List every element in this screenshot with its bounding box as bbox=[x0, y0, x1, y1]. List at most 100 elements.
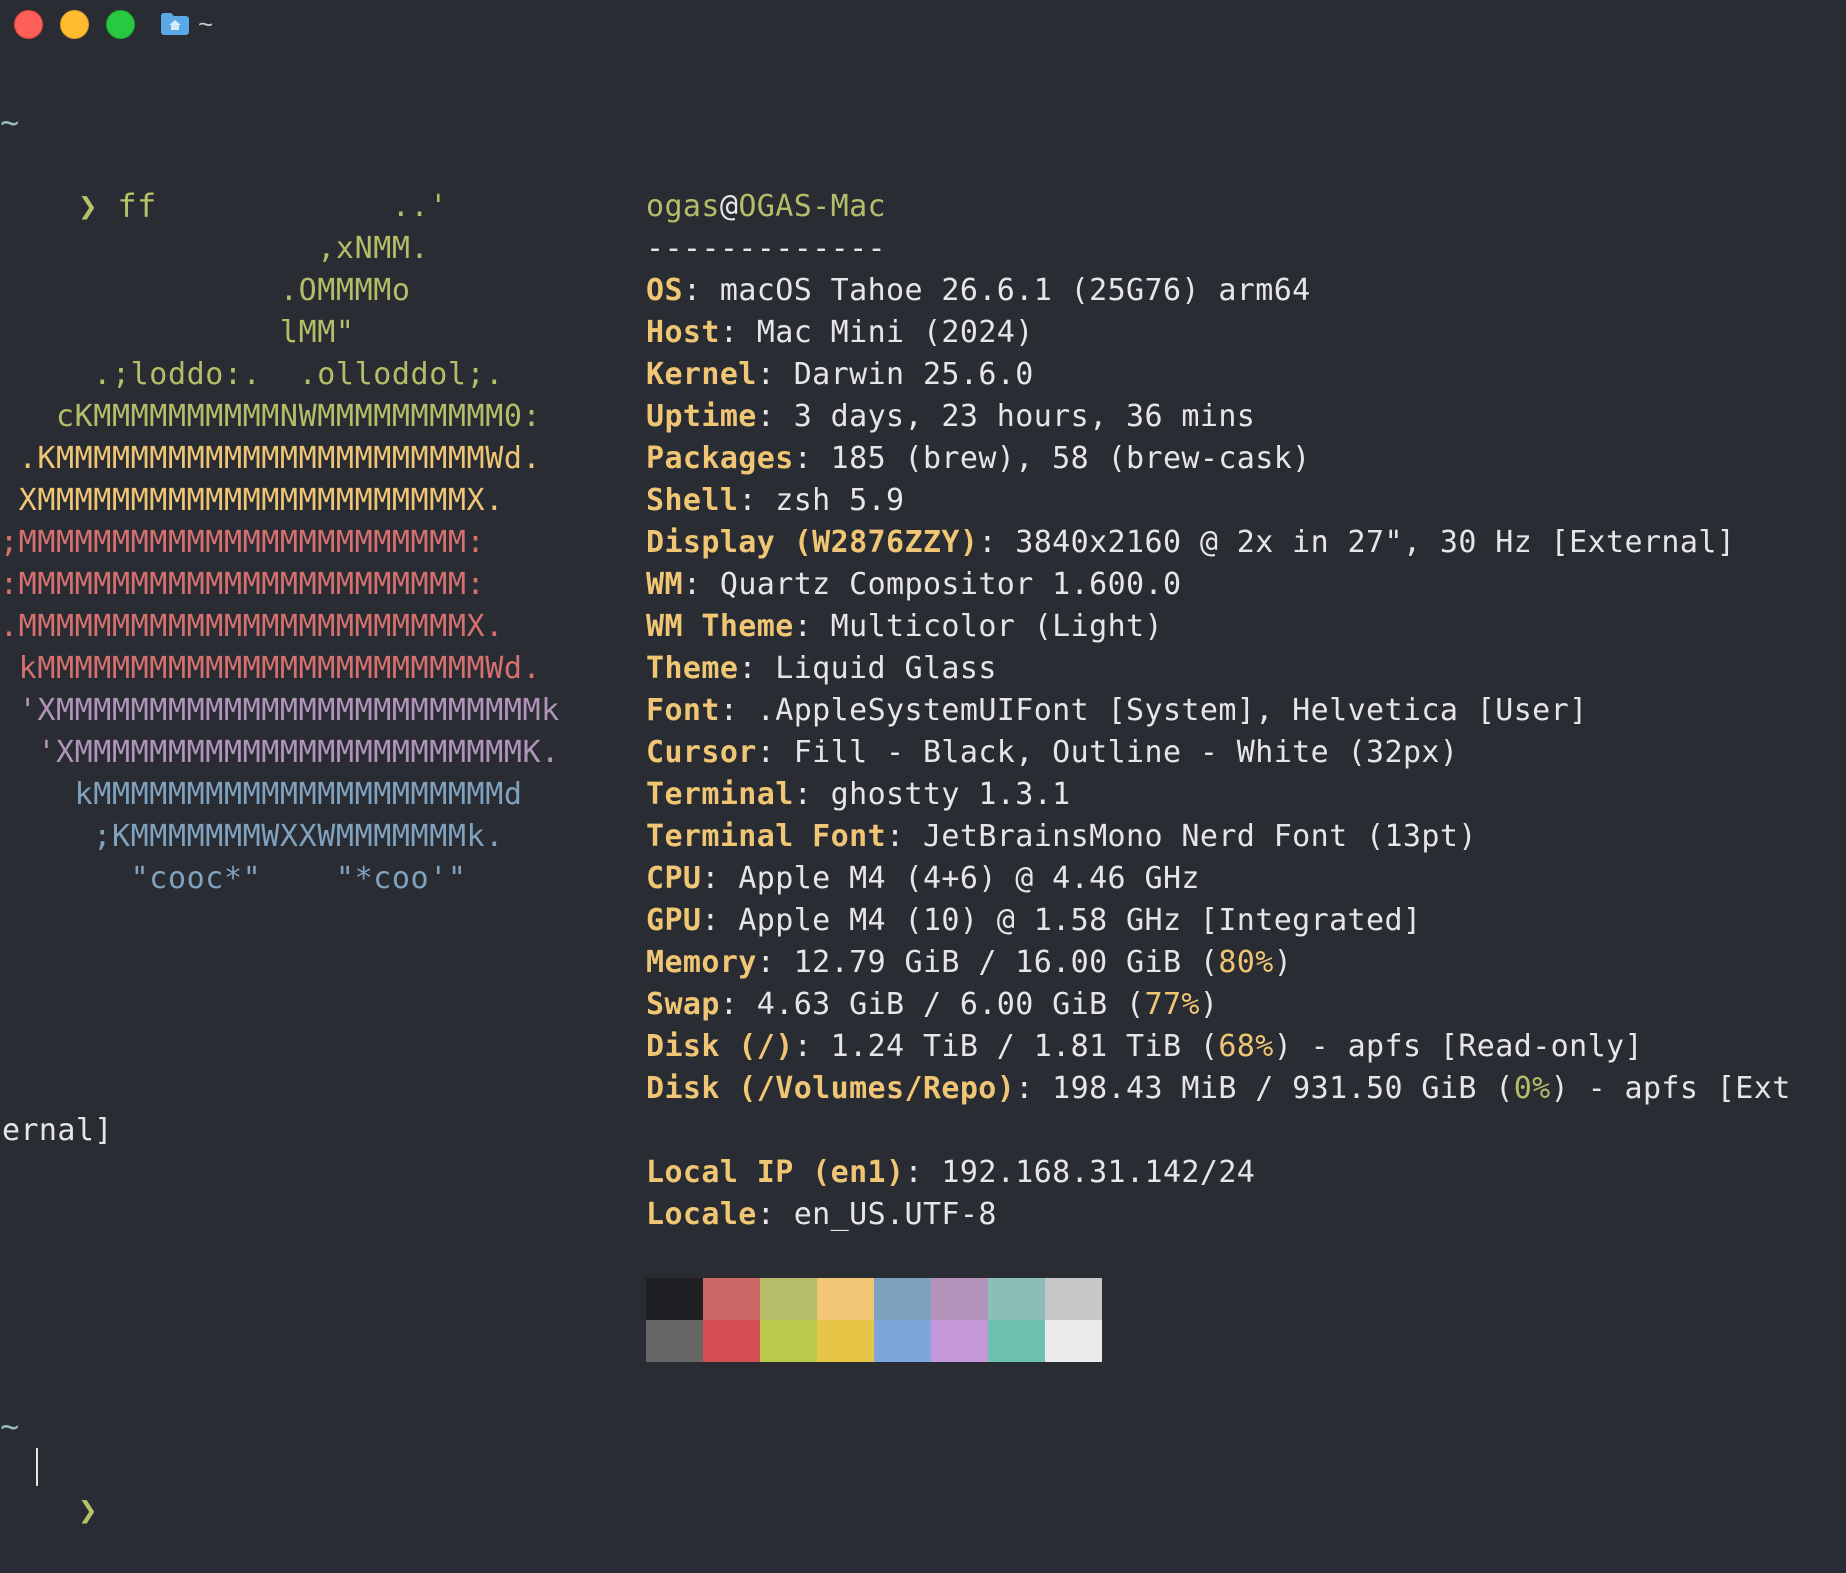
close-window-button[interactable] bbox=[14, 10, 43, 39]
info-value: 185 (brew), 58 (brew-cask) bbox=[830, 441, 1311, 476]
palette-swatch bbox=[760, 1278, 817, 1320]
info-row: WM Theme: Multicolor (Light) bbox=[646, 609, 1163, 644]
palette-swatch bbox=[703, 1320, 760, 1362]
info-value: macOS Tahoe 26.6.1 (25G76) arm64 bbox=[719, 273, 1311, 308]
palette-swatch bbox=[874, 1320, 931, 1362]
text-cursor bbox=[36, 1448, 38, 1486]
title-bar: ~ bbox=[0, 0, 1846, 50]
info-row-local-ip: Local IP (en1): 192.168.31.142/24 bbox=[646, 1155, 1256, 1190]
info-key: WM bbox=[646, 567, 683, 602]
info-row: Host: Mac Mini (2024) bbox=[646, 315, 1034, 350]
info-row: Terminal: ghostty 1.3.1 bbox=[646, 777, 1071, 812]
info-row-disk-repo-wrap: ernal] bbox=[2, 1113, 113, 1148]
ascii-logo-line: lMM" bbox=[0, 315, 355, 350]
info-row: Terminal Font: JetBrainsMono Nerd Font (… bbox=[646, 819, 1477, 854]
ascii-logo-line: ,xNMM. bbox=[0, 231, 430, 266]
info-row-memory: Memory: 12.79 GiB / 16.00 GiB (80%) bbox=[646, 945, 1293, 980]
info-row: Uptime: 3 days, 23 hours, 36 mins bbox=[646, 399, 1256, 434]
info-value: .AppleSystemUIFont [System], Helvetica [… bbox=[756, 693, 1588, 728]
info-key: Uptime bbox=[646, 399, 757, 434]
prompt-line-2[interactable]: ❯ bbox=[0, 1447, 98, 1529]
info-value: 3840x2160 @ 2x in 27", 30 Hz [External] bbox=[1015, 525, 1736, 560]
info-row: GPU: Apple M4 (10) @ 1.58 GHz [Integrate… bbox=[646, 903, 1422, 938]
ascii-logo-line: 'XMMMMMMMMMMMMMMMMMMMMMMMMK. bbox=[0, 735, 560, 770]
info-value: 3 days, 23 hours, 36 mins bbox=[793, 399, 1256, 434]
info-row: Theme: Liquid Glass bbox=[646, 651, 997, 686]
info-row: Packages: 185 (brew), 58 (brew-cask) bbox=[646, 441, 1311, 476]
window-title: ~ bbox=[160, 9, 213, 39]
info-key: Font bbox=[646, 693, 720, 728]
info-value: Fill - Black, Outline - White (32px) bbox=[793, 735, 1459, 770]
info-row: Display (W2876ZZY): 3840x2160 @ 2x in 27… bbox=[646, 525, 1736, 560]
ascii-logo-line: ..' bbox=[0, 189, 448, 224]
prompt-cwd: ~ bbox=[0, 103, 20, 141]
minimize-window-button[interactable] bbox=[60, 10, 89, 39]
palette-swatch bbox=[988, 1278, 1045, 1320]
info-key: GPU bbox=[646, 903, 702, 938]
info-value: Darwin 25.6.0 bbox=[793, 357, 1034, 392]
info-value: Liquid Glass bbox=[775, 651, 997, 686]
info-separator: ------------- bbox=[646, 231, 886, 266]
ascii-logo-line: :MMMMMMMMMMMMMMMMMMMMMMMM: bbox=[0, 567, 486, 602]
ascii-logo-line: .KMMMMMMMMMMMMMMMMMMMMMMMWd. bbox=[0, 441, 542, 476]
ascii-logo-line: ;KMMMMMMMWXXWMMMMMMMk. bbox=[0, 819, 504, 854]
info-row-disk-repo: Disk (/Volumes/Repo): 198.43 MiB / 931.5… bbox=[646, 1071, 1791, 1106]
ascii-logo-line: kMMMMMMMMMMMMMMMMMMMMMMd bbox=[0, 777, 523, 812]
info-row: Shell: zsh 5.9 bbox=[646, 483, 905, 518]
info-key: Terminal bbox=[646, 777, 794, 812]
info-row: CPU: Apple M4 (4+6) @ 4.46 GHz bbox=[646, 861, 1200, 896]
info-key: Display (W2876ZZY) bbox=[646, 525, 979, 560]
info-row: OS: macOS Tahoe 26.6.1 (25G76) arm64 bbox=[646, 273, 1311, 308]
info-row-locale: Locale: en_US.UTF-8 bbox=[646, 1197, 997, 1232]
palette-swatch bbox=[1045, 1278, 1102, 1320]
palette-swatch bbox=[817, 1320, 874, 1362]
info-value: Multicolor (Light) bbox=[830, 609, 1163, 644]
info-row: Kernel: Darwin 25.6.0 bbox=[646, 357, 1034, 392]
info-value: Mac Mini (2024) bbox=[756, 315, 1034, 350]
ascii-logo-line: .MMMMMMMMMMMMMMMMMMMMMMMMX. bbox=[0, 609, 504, 644]
palette-swatch bbox=[874, 1278, 931, 1320]
info-key: CPU bbox=[646, 861, 702, 896]
info-key: Host bbox=[646, 315, 720, 350]
palette-swatch bbox=[703, 1278, 760, 1320]
palette-swatch bbox=[1045, 1320, 1102, 1362]
ascii-logo-line: .OMMMMo bbox=[0, 273, 411, 308]
ascii-logo-line: ;MMMMMMMMMMMMMMMMMMMMMMMM: bbox=[0, 525, 486, 560]
ascii-logo-line: 'XMMMMMMMMMMMMMMMMMMMMMMMMMMk bbox=[0, 693, 560, 728]
info-key: OS bbox=[646, 273, 683, 308]
ascii-logo-line: "cooc*" "*coo'" bbox=[0, 861, 467, 896]
info-key: Terminal Font bbox=[646, 819, 886, 854]
info-key: WM Theme bbox=[646, 609, 794, 644]
prompt-arrow-2: ❯ bbox=[78, 1491, 98, 1529]
palette-swatch bbox=[931, 1320, 988, 1362]
info-value: Quartz Compositor 1.600.0 bbox=[719, 567, 1182, 602]
ascii-logo-line: .;loddo:. .olloddol;. bbox=[0, 357, 504, 392]
info-value: zsh 5.9 bbox=[775, 483, 905, 518]
color-palette bbox=[646, 1278, 1102, 1362]
info-key: Packages bbox=[646, 441, 794, 476]
prompt-line: ❯ ff bbox=[0, 143, 157, 225]
palette-swatch bbox=[646, 1320, 703, 1362]
window-title-text: ~ bbox=[198, 8, 214, 39]
maximize-window-button[interactable] bbox=[106, 10, 135, 39]
palette-swatch bbox=[988, 1320, 1045, 1362]
info-title: ogas@OGAS-Mac bbox=[646, 189, 887, 224]
info-row: Font: .AppleSystemUIFont [System], Helve… bbox=[646, 693, 1588, 728]
ascii-logo-line: kMMMMMMMMMMMMMMMMMMMMMMMMWd. bbox=[0, 651, 542, 686]
info-value: JetBrainsMono Nerd Font (13pt) bbox=[922, 819, 1477, 854]
ascii-logo-line: XMMMMMMMMMMMMMMMMMMMMMMMX. bbox=[0, 483, 504, 518]
info-key: Theme bbox=[646, 651, 739, 686]
palette-swatch bbox=[760, 1320, 817, 1362]
info-value: Apple M4 (10) @ 1.58 GHz [Integrated] bbox=[738, 903, 1422, 938]
info-key: Cursor bbox=[646, 735, 757, 770]
info-value: ghostty 1.3.1 bbox=[830, 777, 1071, 812]
palette-swatch bbox=[931, 1278, 988, 1320]
prompt-cwd-2: ~ bbox=[0, 1407, 20, 1445]
info-key: Shell bbox=[646, 483, 739, 518]
info-row-swap: Swap: 4.63 GiB / 6.00 GiB (77%) bbox=[646, 987, 1219, 1022]
palette-swatch bbox=[646, 1278, 703, 1320]
info-row: WM: Quartz Compositor 1.600.0 bbox=[646, 567, 1182, 602]
terminal-window: ~ ~ ❯ ff ..' ,xNMM. .OMMMMo lMM" .;loddo… bbox=[0, 0, 1846, 1529]
palette-swatch bbox=[817, 1278, 874, 1320]
info-key: Kernel bbox=[646, 357, 757, 392]
